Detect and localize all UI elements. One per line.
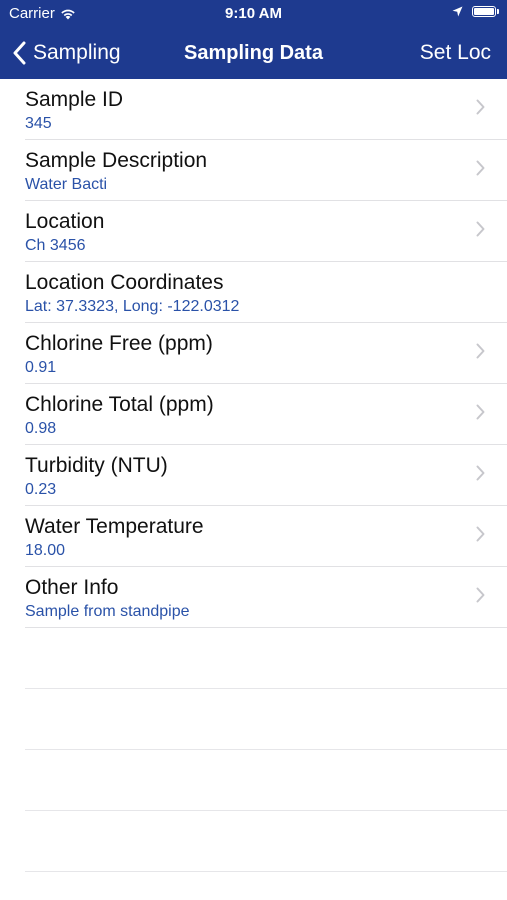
list-item-chlorine-total[interactable]: Chlorine Total (ppm) 0.98 bbox=[25, 384, 507, 445]
list-item-title: Location bbox=[25, 210, 105, 233]
empty-row bbox=[25, 628, 507, 689]
list-item-title: Other Info bbox=[25, 576, 119, 599]
battery-fill bbox=[474, 8, 494, 15]
battery-icon bbox=[472, 6, 496, 17]
list-item-value: Water Bacti bbox=[25, 176, 108, 193]
list-item-value: 0.98 bbox=[25, 420, 57, 437]
list-item-other-info[interactable]: Other Info Sample from standpipe bbox=[25, 567, 507, 628]
list-item-turbidity[interactable]: Turbidity (NTU) 0.23 bbox=[25, 445, 507, 506]
list-item-sample-id[interactable]: Sample ID 345 bbox=[25, 79, 507, 140]
list-item-title: Sample Description bbox=[25, 149, 208, 172]
list-item-title: Location Coordinates bbox=[25, 271, 224, 294]
status-icons bbox=[452, 6, 499, 17]
list-item-value: Sample from standpipe bbox=[25, 603, 190, 620]
sampling-data-list: Sample ID 345 Sample Description Water B… bbox=[0, 79, 507, 872]
list-item-location[interactable]: Location Ch 3456 bbox=[25, 201, 507, 262]
status-time: 9:10 AM bbox=[225, 5, 282, 22]
chevron-right-icon bbox=[476, 160, 485, 176]
chevron-right-icon bbox=[476, 221, 485, 237]
list-item-title: Chlorine Free (ppm) bbox=[25, 332, 213, 355]
list-item-value: 18.00 bbox=[25, 542, 66, 559]
chevron-right-icon bbox=[476, 526, 485, 542]
chevron-right-icon bbox=[476, 343, 485, 359]
empty-row bbox=[25, 750, 507, 811]
list-item-title: Water Temperature bbox=[25, 515, 204, 538]
chevron-right-icon bbox=[476, 587, 485, 603]
chevron-right-icon bbox=[476, 99, 485, 115]
list-item-title: Turbidity (NTU) bbox=[25, 454, 168, 477]
list-item-title: Chlorine Total (ppm) bbox=[25, 393, 214, 416]
list-item-sample-description[interactable]: Sample Description Water Bacti bbox=[25, 140, 507, 201]
navigation-bar: Sampling Sampling Data Set Loc bbox=[0, 28, 507, 79]
header: Carrier 9:10 AM Sampling Sampling Data S… bbox=[0, 0, 507, 79]
set-location-button[interactable]: Set Loc bbox=[420, 40, 491, 66]
list-item-water-temperature[interactable]: Water Temperature 18.00 bbox=[25, 506, 507, 567]
chevron-right-icon bbox=[476, 404, 485, 420]
list-item-value: 0.23 bbox=[25, 481, 57, 498]
list-item-value: Ch 3456 bbox=[25, 237, 86, 254]
list-item-value: 345 bbox=[25, 115, 52, 132]
list-item-chlorine-free[interactable]: Chlorine Free (ppm) 0.91 bbox=[25, 323, 507, 384]
location-arrow-icon bbox=[452, 6, 463, 17]
list-item-title: Sample ID bbox=[25, 88, 124, 111]
status-bar: Carrier 9:10 AM bbox=[0, 0, 507, 28]
battery-tip bbox=[497, 9, 499, 14]
chevron-right-icon bbox=[476, 465, 485, 481]
empty-row bbox=[25, 811, 507, 872]
empty-row bbox=[25, 689, 507, 750]
list-item-value: 0.91 bbox=[25, 359, 57, 376]
list-item-location-coordinates: Location Coordinates Lat: 37.3323, Long:… bbox=[25, 262, 507, 323]
list-item-value: Lat: 37.3323, Long: -122.0312 bbox=[25, 298, 240, 315]
